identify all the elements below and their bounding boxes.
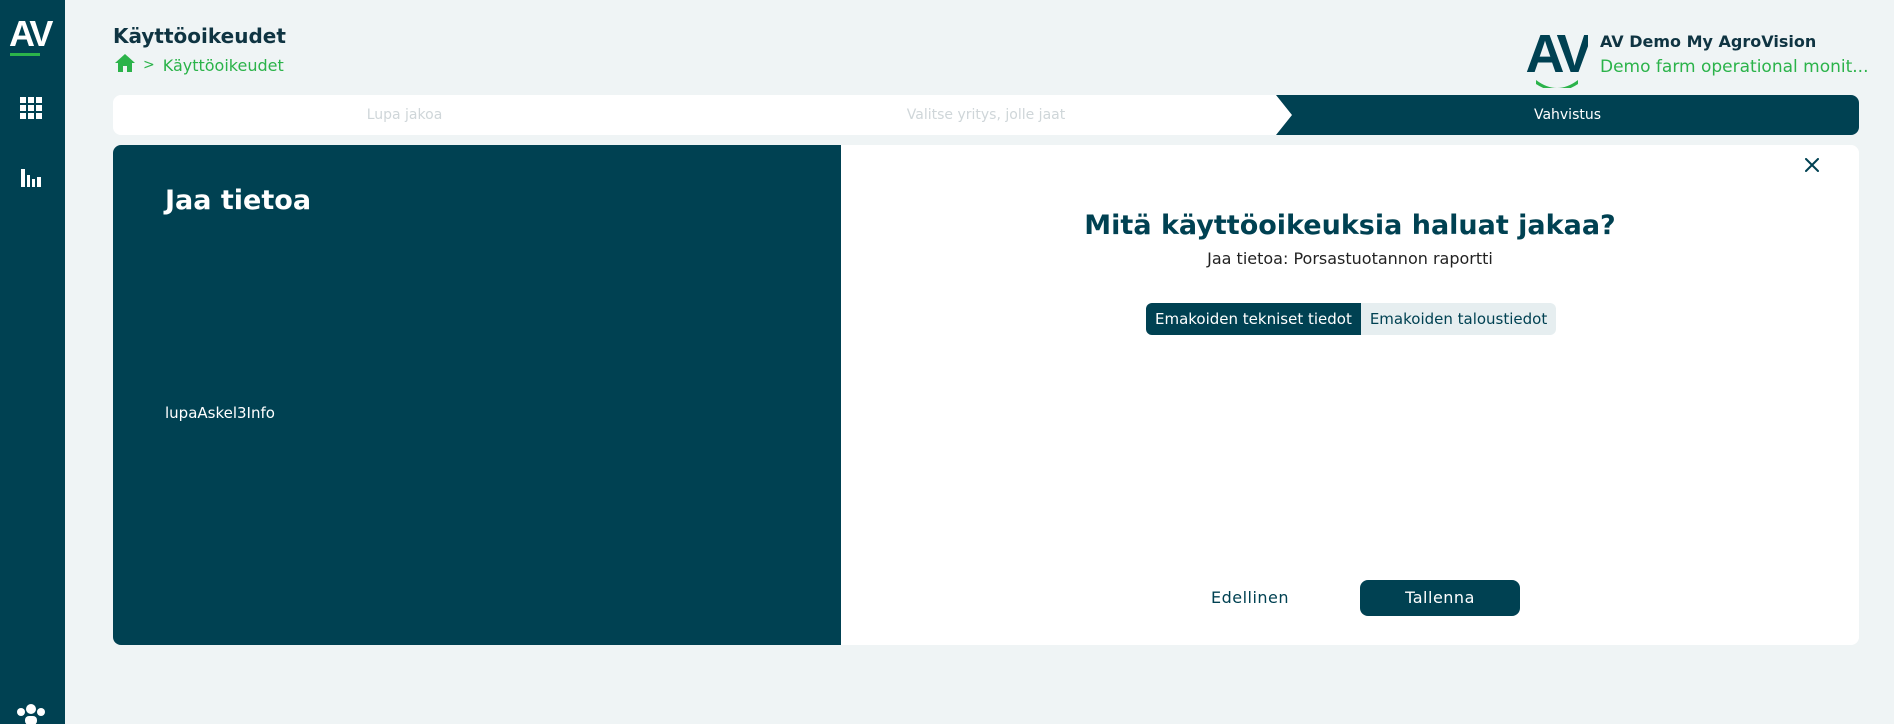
bar-chart-icon	[20, 167, 42, 193]
svg-text:AV: AV	[1526, 24, 1588, 84]
tab-emakoiden-taloustiedot[interactable]: Emakoiden taloustiedot	[1360, 303, 1557, 335]
page-title: Käyttöoikeudet	[113, 24, 286, 48]
breadcrumb-separator: >	[143, 57, 155, 73]
step-lupa-jakoa: Lupa jakoa	[366, 107, 443, 123]
close-icon	[1805, 157, 1819, 176]
close-button[interactable]	[1799, 153, 1825, 179]
app-logo[interactable]: AV	[9, 16, 53, 56]
reports-button[interactable]	[17, 166, 45, 194]
info-panel-title: Jaa tietoa	[165, 185, 312, 216]
users-button[interactable]	[17, 702, 45, 724]
users-icon	[16, 703, 46, 724]
step-valitse-yritys: Valitse yritys, jolle jaat	[906, 107, 1066, 123]
apps-grid-button[interactable]	[17, 96, 45, 124]
info-panel: Jaa tietoa lupaAskel3Info	[113, 145, 841, 645]
breadcrumb: > Käyttöoikeudet	[115, 54, 284, 76]
account-name: AV Demo My AgroVision	[1600, 32, 1817, 51]
sidebar: AV	[0, 0, 65, 724]
previous-button[interactable]: Edellinen	[1189, 580, 1311, 616]
logo-underline	[10, 53, 40, 56]
home-icon[interactable]	[115, 54, 135, 76]
question-heading: Mitä käyttöoikeuksia haluat jakaa?	[1084, 210, 1616, 241]
company-avatar: AV	[1525, 22, 1596, 92]
breadcrumb-current[interactable]: Käyttöoikeudet	[163, 56, 284, 75]
stepper: Lupa jakoa Valitse yritys, jolle jaat Va…	[113, 95, 1859, 135]
step-vahvistus: Vahvistus	[1533, 107, 1602, 123]
account-switcher[interactable]: AV AV Demo My AgroVision Demo farm opera…	[1525, 22, 1869, 92]
tab-emakoiden-tekniset-tiedot[interactable]: Emakoiden tekniset tiedot	[1146, 303, 1361, 335]
question-subtitle: Jaa tietoa: Porsastuotannon raportti	[1207, 249, 1493, 268]
apps-grid-icon	[19, 96, 43, 124]
permission-tabs: Emakoiden tekniset tiedot Emakoiden talo…	[1146, 303, 1557, 335]
info-panel-text: lupaAskel3Info	[165, 404, 275, 422]
save-button[interactable]: Tallenna	[1360, 580, 1520, 616]
main-panel: Mitä käyttöoikeuksia haluat jakaa? Jaa t…	[841, 145, 1859, 645]
farm-name: Demo farm operational monit...	[1600, 57, 1869, 77]
